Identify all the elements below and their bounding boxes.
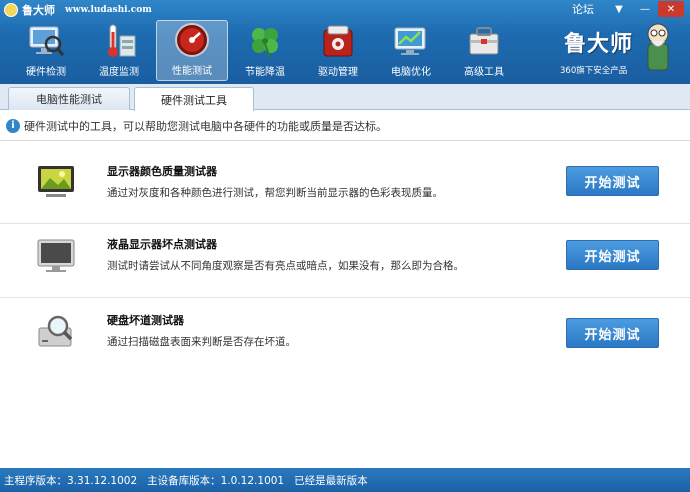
app-name: 鲁大师: [22, 4, 55, 17]
chevron-down-icon[interactable]: ▼: [606, 1, 632, 17]
toolbar-item-label: 节能降温: [245, 67, 285, 78]
tester-name: 硬盘坏道测试器: [107, 314, 184, 327]
forum-link[interactable]: 论坛: [572, 1, 594, 17]
minimize-icon[interactable]: —: [632, 1, 658, 17]
tester-name: 显示器颜色质量测试器: [107, 165, 217, 178]
tester-color-quality: 显示器颜色质量测试器 通过对灰度和各种颜色进行测试，帮您判断当前显示器的色彩表现…: [0, 142, 690, 228]
toolbar-item-driver-management[interactable]: 驱动管理: [302, 20, 374, 81]
tester-description: 通过扫描磁盘表面来判断是否存在坏道。: [107, 336, 296, 348]
start-test-button-disk-bad-sector[interactable]: 开始测试: [566, 318, 659, 348]
toolbar-item-energy-saving[interactable]: 节能降温: [229, 20, 301, 81]
tab-hardware-test-tools[interactable]: 硬件测试工具: [134, 87, 254, 111]
tester-disk-bad-sector: 硬盘坏道测试器 通过扫描磁盘表面来判断是否存在坏道。 开始测试: [0, 298, 690, 384]
title-bar: 鲁大师 www.ludashi.com: [4, 2, 152, 18]
thermometer-icon: [100, 22, 138, 60]
website-url[interactable]: www.ludashi.com: [65, 5, 152, 15]
toolbar-item-hardware-check[interactable]: 硬件检测: [10, 20, 82, 81]
mascot-icon: [642, 22, 674, 76]
start-test-button-dead-pixel[interactable]: 开始测试: [566, 240, 659, 270]
tab-pc-performance-test[interactable]: 电脑性能测试: [8, 87, 130, 110]
toolbox-icon: [465, 22, 503, 60]
toolbar-item-label: 温度监测: [99, 67, 139, 78]
brand-logo: 鲁大师 360旗下安全产品: [558, 22, 669, 78]
toolbar-item-pc-optimize[interactable]: 电脑优化: [375, 20, 447, 81]
status-bar: 主程序版本：3.31.12.1002 主设备库版本：1.0.12.1001 已经…: [0, 468, 690, 492]
toolbar-item-label: 性能测试: [172, 66, 212, 77]
toolbar-item-label: 驱动管理: [318, 67, 358, 78]
version-text: 主程序版本：3.31.12.1002 主设备库版本：1.0.12.1001 已经…: [4, 474, 368, 487]
toolbar-item-advanced-tools[interactable]: 高级工具: [448, 20, 520, 81]
toolbar-item-label: 电脑优化: [391, 67, 431, 78]
close-icon[interactable]: ✕: [658, 1, 684, 17]
monitor-magnifier-icon: [27, 22, 65, 60]
clover-icon: [246, 22, 284, 60]
main-toolbar: 硬件检测 温度监测 性能测试 节能降温 驱动管理 电脑优化 高级工具: [10, 20, 521, 81]
info-bar: i 硬件测试中的工具，可以帮助您测试电脑中各硬件的功能或质量是否达标。: [0, 111, 690, 141]
toolbar-item-temperature[interactable]: 温度监测: [83, 20, 155, 81]
top-banner: 鲁大师 www.ludashi.com 论坛 ▼ — ✕ 硬件检测 温度监测 性…: [0, 0, 690, 84]
optimize-icon: [392, 22, 430, 60]
color-monitor-icon: [36, 162, 76, 202]
speedometer-icon: [173, 21, 211, 59]
brand-subtitle: 360旗下安全产品: [560, 66, 628, 76]
app-logo-icon: [4, 3, 18, 17]
lcd-monitor-icon: [36, 236, 76, 276]
tester-description: 通过对灰度和各种颜色进行测试，帮您判断当前显示器的色彩表现质量。: [107, 187, 443, 199]
start-test-button-color-quality[interactable]: 开始测试: [566, 166, 659, 196]
info-text: 硬件测试中的工具，可以帮助您测试电脑中各硬件的功能或质量是否达标。: [24, 119, 387, 133]
window-controls: 论坛 ▼ — ✕: [572, 1, 684, 17]
brand-title: 鲁大师: [564, 31, 634, 57]
harddisk-magnifier-icon: [36, 312, 76, 352]
toolbar-item-performance-test[interactable]: 性能测试: [156, 20, 228, 81]
info-icon: i: [6, 118, 20, 133]
tab-bar: 电脑性能测试 硬件测试工具: [0, 84, 690, 111]
toolbar-item-label: 硬件检测: [26, 67, 66, 78]
tester-name: 液晶显示器坏点测试器: [107, 238, 217, 251]
driver-box-icon: [319, 22, 357, 60]
toolbar-item-label: 高级工具: [464, 67, 504, 78]
tester-description: 测试时请尝试从不同角度观察是否有亮点或暗点，如果没有，那么即为合格。: [107, 260, 464, 272]
